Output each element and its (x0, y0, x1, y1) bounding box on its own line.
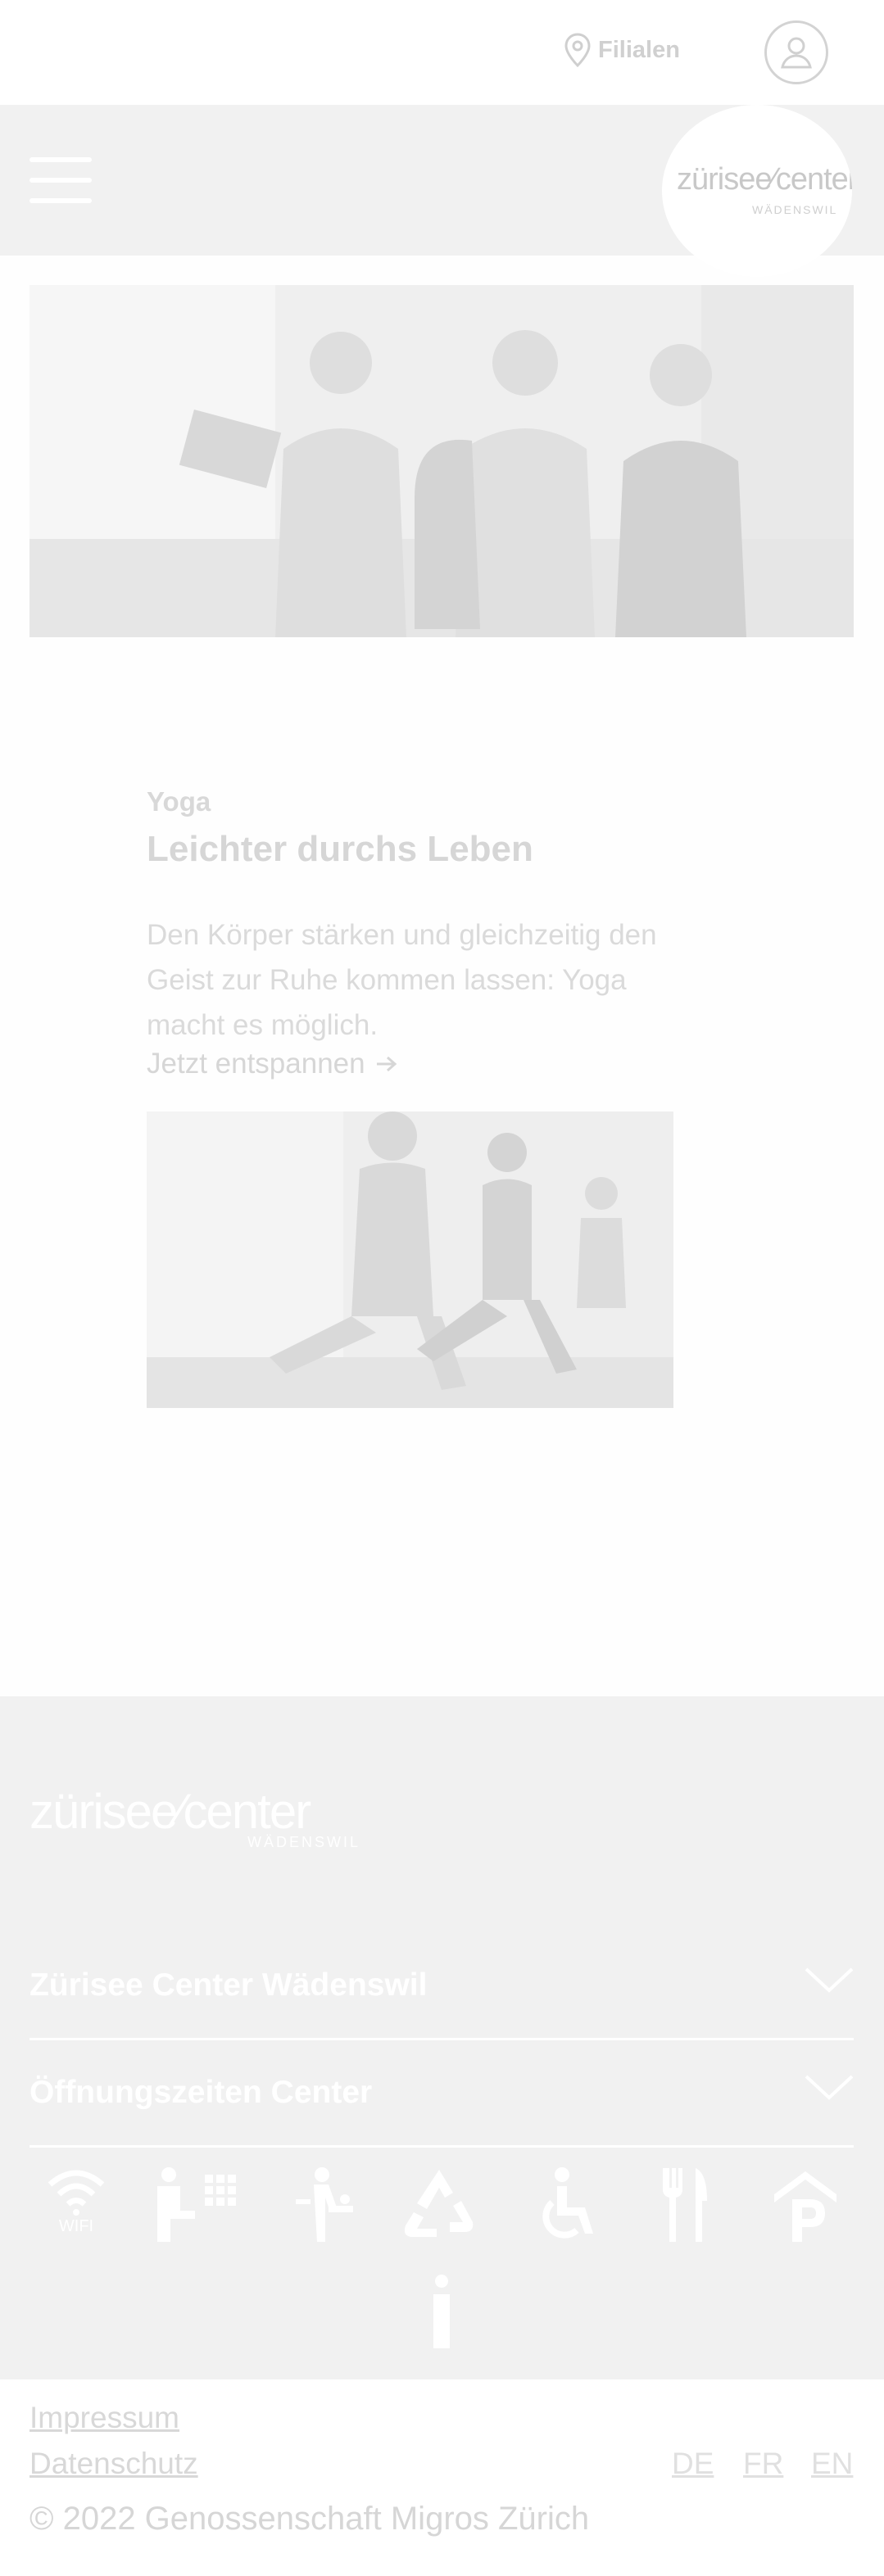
logo-text: zürisee⁄center (677, 162, 852, 197)
map-pin-icon (564, 33, 591, 67)
filialen-link[interactable]: Filialen (564, 31, 680, 69)
yoga-class-image (147, 1111, 673, 1408)
article-description: Den Körper stärken und gleichzeitig den … (147, 919, 657, 1041)
info-terminal-icon (157, 2167, 236, 2242)
user-icon (781, 37, 812, 69)
datenschutz-link[interactable]: Datenschutz (29, 2447, 198, 2481)
cta-label: Jetzt entspannen (147, 1048, 365, 1080)
user-account-button[interactable] (764, 20, 828, 84)
article-kicker: Yoga (147, 786, 211, 817)
hamburger-menu-icon[interactable] (29, 157, 92, 203)
information-icon (433, 2275, 450, 2348)
top-bar: Filialen (0, 0, 884, 105)
impressum-link[interactable]: Impressum (29, 2401, 179, 2435)
amenity-wheelchair (528, 2166, 599, 2247)
amenity-wifi: WIFI (41, 2166, 111, 2247)
site-logo[interactable]: zürisee⁄center WÄDENSWIL (662, 105, 852, 277)
amenity-recycling (404, 2166, 474, 2247)
recycling-icon (404, 2170, 474, 2237)
amenity-baby-changing (287, 2166, 357, 2247)
amenity-parking (770, 2166, 841, 2247)
amenity-info-terminal (157, 2166, 236, 2247)
article-title: Leichter durchs Leben (147, 829, 533, 869)
restaurant-icon (663, 2168, 707, 2242)
accordion-title: Zürisee Center Wädenswil (29, 1967, 428, 2003)
wheelchair-icon (542, 2167, 593, 2239)
footer-logo-text: zürisee⁄center (29, 1784, 311, 1839)
hero-image (29, 285, 854, 637)
copyright-text: © 2022 Genossenschaft Migros Zürich (29, 2501, 590, 2537)
wifi-icon (48, 2170, 105, 2216)
article-teaser: Yoga Leichter durchs Leben Den Körper st… (147, 786, 671, 1080)
accordion-title: Öffnungszeiten Center (29, 2075, 373, 2110)
logo-subtext: WÄDENSWIL (752, 203, 838, 216)
parking-garage-icon (774, 2171, 836, 2242)
filialen-label: Filialen (598, 36, 680, 63)
amenity-label: WIFI (58, 2217, 94, 2235)
amenity-information (406, 2275, 477, 2355)
amenity-restaurant (650, 2166, 720, 2247)
accordion-opening-hours[interactable]: Öffnungszeiten Center (29, 2040, 854, 2148)
footer-logo-subtext: WÄDENSWIL (247, 1834, 361, 1850)
chevron-down-icon (805, 2075, 854, 2100)
chevron-down-icon (805, 1967, 854, 1993)
language-en[interactable]: EN (811, 2447, 853, 2481)
cta-link[interactable]: Jetzt entspannen (147, 1048, 398, 1080)
accordion-center-info[interactable]: Zürisee Center Wädenswil (29, 1933, 854, 2040)
legal-bar: Impressum Datenschutz DE FR EN © 2022 Ge… (0, 2379, 884, 2576)
language-de[interactable]: DE (672, 2447, 714, 2481)
arrow-right-icon (376, 1056, 397, 1072)
language-fr[interactable]: FR (743, 2447, 783, 2481)
baby-changing-icon (296, 2167, 353, 2242)
